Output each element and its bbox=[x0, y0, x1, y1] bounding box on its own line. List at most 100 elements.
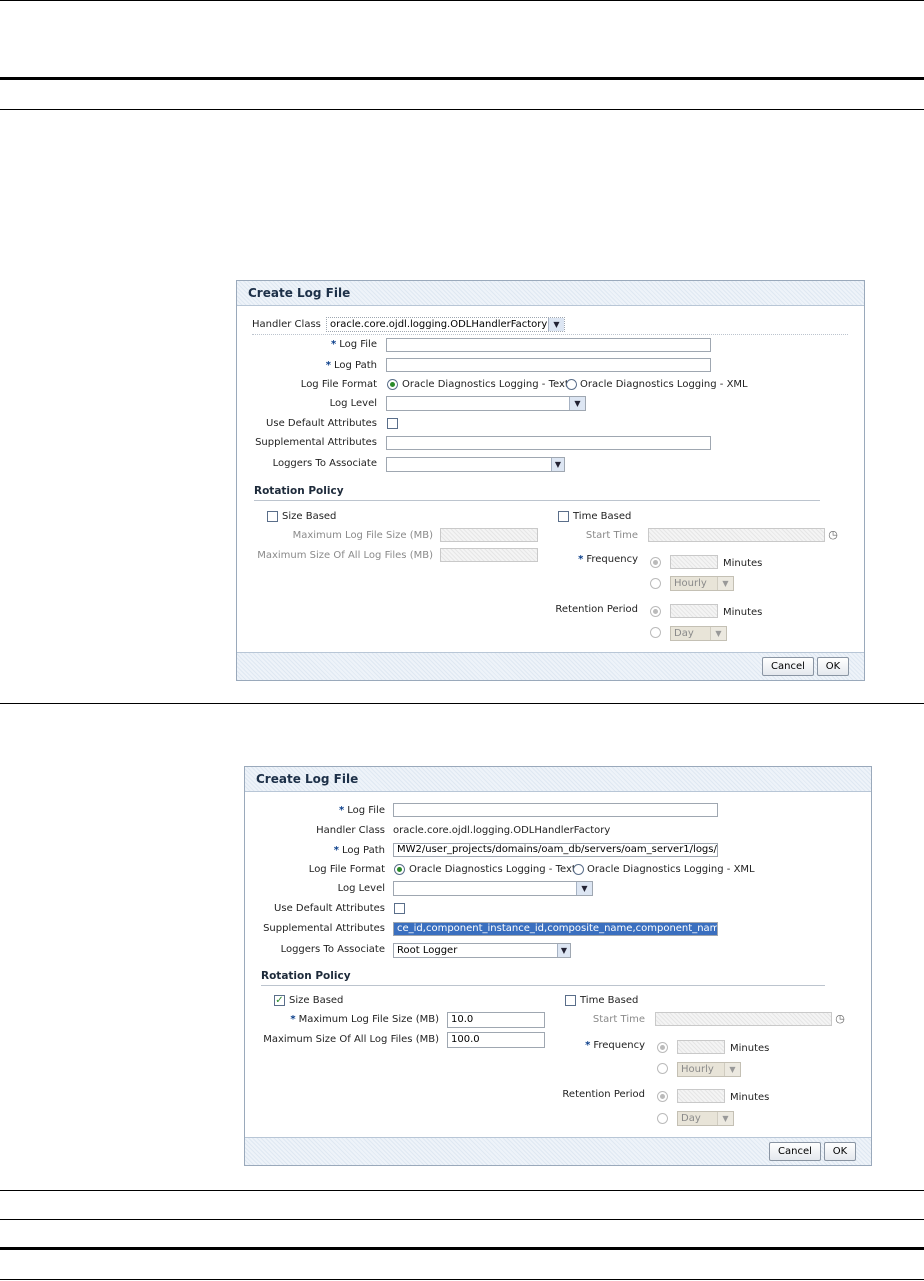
retention-minutes-radio[interactable] bbox=[650, 606, 661, 617]
chevron-down-icon[interactable]: ▼ bbox=[724, 1063, 740, 1076]
chevron-down-icon[interactable]: ▼ bbox=[717, 577, 733, 590]
retention-unit-select[interactable]: Day ▼ bbox=[677, 1111, 734, 1126]
start-time-label: Start Time bbox=[585, 530, 638, 541]
chevron-down-icon[interactable]: ▼ bbox=[569, 397, 585, 410]
retention-day-radio[interactable] bbox=[657, 1113, 668, 1124]
frequency-label: * Frequency bbox=[585, 1040, 645, 1051]
retention-minutes-label: Minutes bbox=[723, 607, 763, 618]
log-file-input[interactable] bbox=[386, 338, 711, 352]
chevron-down-icon[interactable]: ▼ bbox=[548, 318, 564, 331]
max-size-all-input[interactable] bbox=[440, 548, 538, 562]
create-log-file-dialog: Create Log File Handler Class oracle.cor… bbox=[236, 280, 865, 681]
supplemental-attributes-label: Supplemental Attributes bbox=[255, 437, 377, 448]
chevron-down-icon[interactable]: ▼ bbox=[710, 627, 726, 640]
calendar-clock-icon[interactable]: ◷ bbox=[826, 528, 840, 542]
cancel-button[interactable]: Cancel bbox=[769, 1142, 821, 1161]
log-file-label: * Log File bbox=[338, 805, 385, 816]
format-xml-radio[interactable] bbox=[566, 379, 577, 390]
time-based-label: Time Based bbox=[573, 511, 632, 522]
dialog-title: Create Log File bbox=[237, 281, 864, 306]
bottom-rule-thin bbox=[0, 1279, 924, 1280]
retention-minutes-input[interactable] bbox=[677, 1089, 725, 1103]
log-path-input[interactable] bbox=[386, 358, 711, 372]
top-rule-thin bbox=[0, 0, 924, 1]
frequency-unit-select[interactable]: Hourly ▼ bbox=[670, 576, 734, 591]
top-rule-thick bbox=[0, 77, 924, 80]
log-level-select[interactable]: ▼ bbox=[386, 396, 586, 411]
create-log-file-dialog-filled: Create Log File * Log File Handler Class … bbox=[244, 766, 872, 1166]
frequency-minutes-radio[interactable] bbox=[657, 1042, 668, 1053]
use-default-attributes-label: Use Default Attributes bbox=[266, 418, 377, 429]
log-file-input[interactable] bbox=[393, 803, 718, 817]
ok-button[interactable]: OK bbox=[817, 657, 849, 676]
max-size-all-label: Maximum Size Of All Log Files (MB) bbox=[263, 1034, 439, 1045]
rotation-separator bbox=[261, 985, 825, 986]
handler-class-select[interactable]: oracle.core.ojdl.logging.ODLHandlerFacto… bbox=[326, 317, 565, 332]
size-based-label: Size Based bbox=[282, 511, 337, 522]
retention-day-radio[interactable] bbox=[650, 627, 661, 638]
frequency-minutes-radio[interactable] bbox=[650, 557, 661, 568]
handler-class-label: Handler Class bbox=[316, 825, 385, 836]
format-xml-radio[interactable] bbox=[573, 864, 584, 875]
size-based-checkbox[interactable] bbox=[267, 511, 278, 522]
frequency-unit-value: Hourly bbox=[674, 578, 707, 589]
handler-separator bbox=[252, 334, 848, 335]
calendar-clock-icon[interactable]: ◷ bbox=[833, 1012, 847, 1026]
max-log-file-size-label: * Maximum Log File Size (MB) bbox=[290, 1014, 439, 1025]
log-level-select[interactable]: ▼ bbox=[393, 881, 593, 896]
handler-class-value: oracle.core.ojdl.logging.ODLHandlerFacto… bbox=[393, 825, 611, 836]
chevron-down-icon[interactable]: ▼ bbox=[717, 1112, 733, 1125]
format-xml-label: Oracle Diagnostics Logging - XML bbox=[587, 864, 755, 875]
format-text-radio[interactable] bbox=[387, 379, 398, 390]
retention-minutes-input[interactable] bbox=[670, 604, 718, 618]
handler-class-label: Handler Class bbox=[252, 319, 321, 330]
loggers-select[interactable]: ▼ bbox=[386, 457, 565, 472]
format-text-label: Oracle Diagnostics Logging - Text bbox=[402, 379, 569, 390]
time-based-checkbox[interactable] bbox=[558, 511, 569, 522]
frequency-minutes-label: Minutes bbox=[723, 558, 763, 569]
chevron-down-icon[interactable]: ▼ bbox=[551, 458, 564, 471]
loggers-select[interactable]: Root Logger ▼ bbox=[393, 943, 571, 958]
size-based-checkbox[interactable]: ✓ bbox=[274, 995, 285, 1006]
loggers-to-associate-label: Loggers To Associate bbox=[280, 944, 385, 955]
log-path-label: * Log Path bbox=[325, 360, 377, 371]
log-path-input[interactable]: MW2/user_projects/domains/oam_db/servers… bbox=[393, 843, 718, 857]
format-text-radio[interactable] bbox=[394, 864, 405, 875]
handler-class-value: oracle.core.ojdl.logging.ODLHandlerFacto… bbox=[330, 319, 548, 330]
frequency-unit-select[interactable]: Hourly ▼ bbox=[677, 1062, 741, 1077]
ok-button[interactable]: OK bbox=[824, 1142, 856, 1161]
dialog-footer: Cancel OK bbox=[237, 652, 864, 680]
max-log-file-size-input[interactable]: 10.0 bbox=[447, 1012, 545, 1028]
frequency-hourly-radio[interactable] bbox=[657, 1063, 668, 1074]
start-time-input[interactable] bbox=[655, 1012, 832, 1026]
max-size-all-input[interactable]: 100.0 bbox=[447, 1032, 545, 1048]
chevron-down-icon[interactable]: ▼ bbox=[557, 944, 570, 957]
retention-unit-select[interactable]: Day ▼ bbox=[670, 626, 727, 641]
supplemental-attributes-input[interactable]: ce_id,component_instance_id,composite_na… bbox=[393, 922, 718, 936]
format-text-label: Oracle Diagnostics Logging - Text bbox=[409, 864, 576, 875]
cancel-button[interactable]: Cancel bbox=[762, 657, 814, 676]
time-based-checkbox[interactable] bbox=[565, 995, 576, 1006]
log-file-format-label: Log File Format bbox=[300, 379, 377, 390]
start-time-input[interactable] bbox=[648, 528, 825, 542]
retention-period-label: Retention Period bbox=[562, 1089, 645, 1100]
log-level-label: Log Level bbox=[329, 398, 377, 409]
rotation-policy-heading: Rotation Policy bbox=[254, 485, 344, 497]
frequency-hourly-radio[interactable] bbox=[650, 578, 661, 589]
rule bbox=[0, 703, 924, 704]
retention-minutes-label: Minutes bbox=[730, 1092, 770, 1103]
frequency-minutes-input[interactable] bbox=[677, 1040, 725, 1054]
retention-minutes-radio[interactable] bbox=[657, 1091, 668, 1102]
frequency-minutes-input[interactable] bbox=[670, 555, 718, 569]
start-time-label: Start Time bbox=[592, 1014, 645, 1025]
supplemental-attributes-label: Supplemental Attributes bbox=[263, 923, 385, 934]
use-default-attributes-checkbox[interactable] bbox=[387, 418, 398, 429]
time-based-label: Time Based bbox=[580, 995, 639, 1006]
chevron-down-icon[interactable]: ▼ bbox=[576, 882, 592, 895]
log-path-label: * Log Path bbox=[333, 845, 385, 856]
supplemental-attributes-input[interactable] bbox=[386, 436, 711, 450]
use-default-attributes-checkbox[interactable] bbox=[394, 903, 405, 914]
format-xml-label: Oracle Diagnostics Logging - XML bbox=[580, 379, 748, 390]
dialog-footer: Cancel OK bbox=[245, 1137, 871, 1165]
max-log-file-size-input[interactable] bbox=[440, 528, 538, 542]
